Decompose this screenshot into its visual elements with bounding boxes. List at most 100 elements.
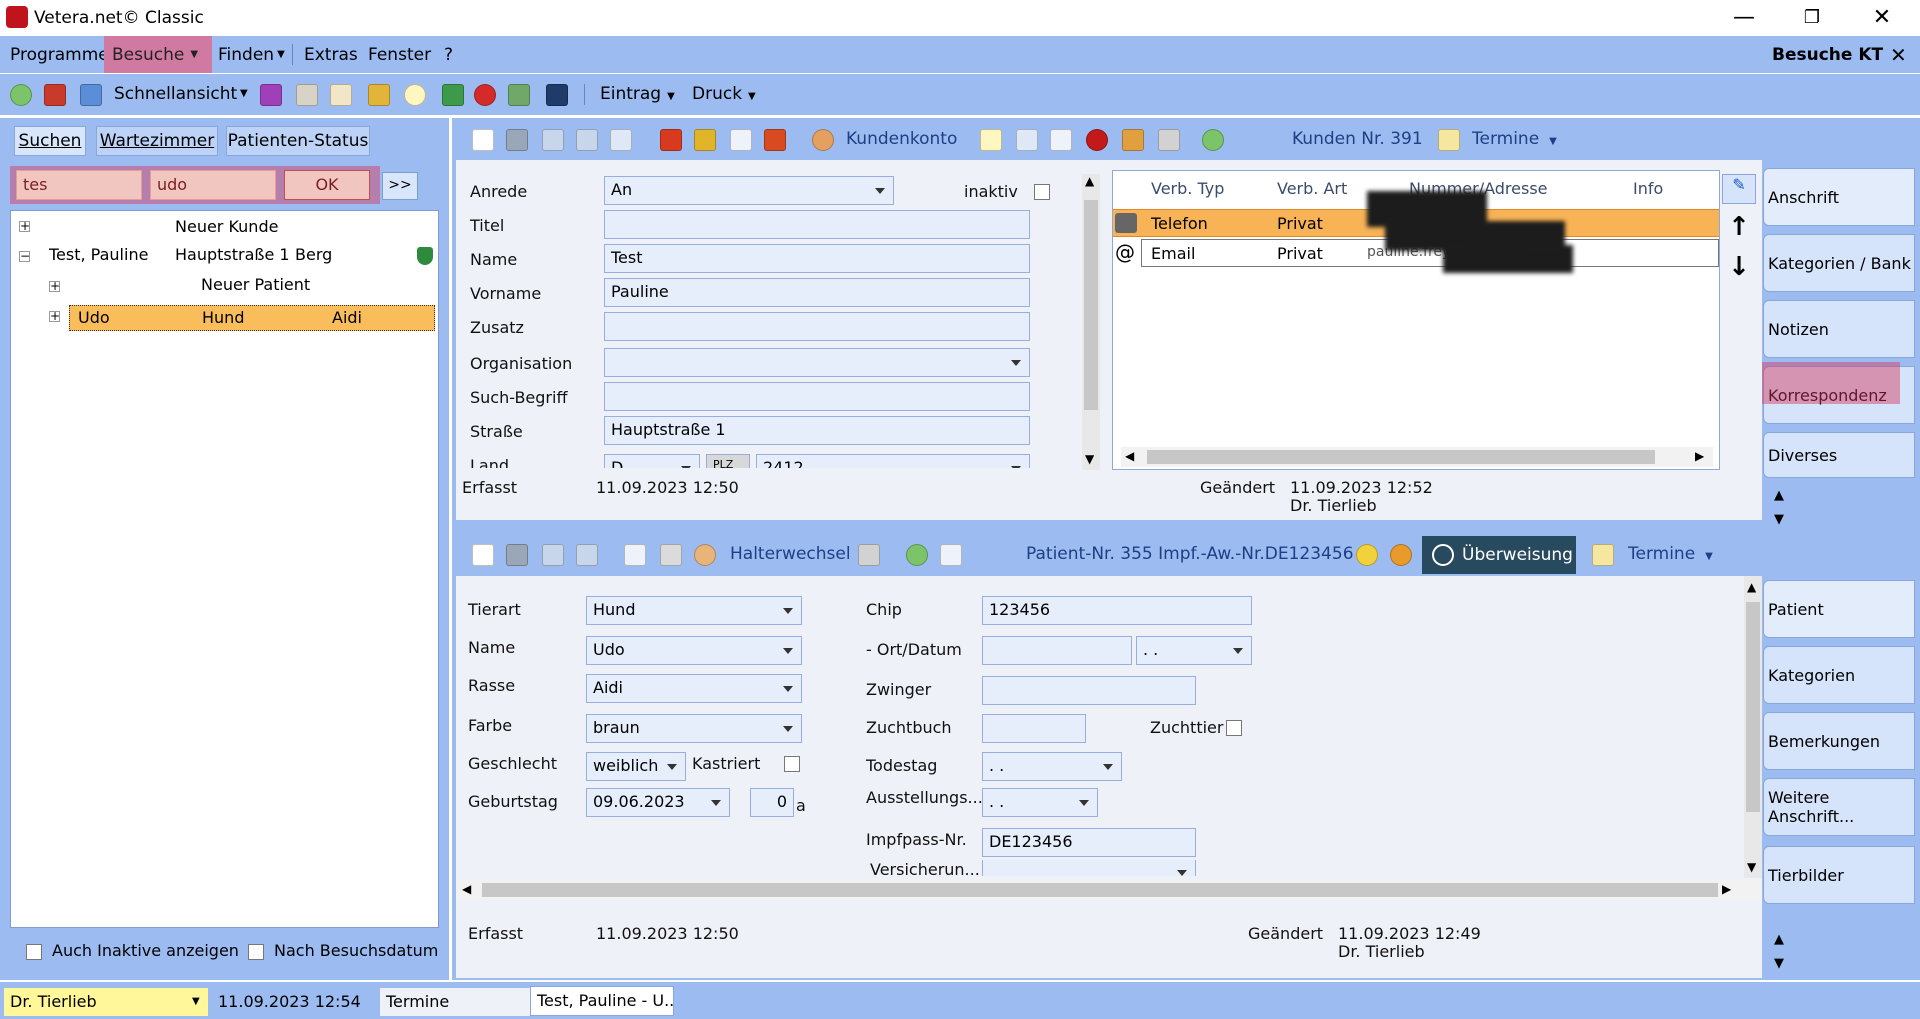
- delete-alt-icon[interactable]: [576, 129, 598, 151]
- close-button[interactable]: ✕: [1852, 0, 1912, 35]
- geburtstag-picker[interactable]: 09.06.2023: [586, 788, 730, 817]
- chip-field[interactable]: 123456: [982, 596, 1252, 625]
- dropdown-arrow-icon[interactable]: ▼: [192, 996, 200, 1007]
- syringe-icon[interactable]: [442, 84, 464, 106]
- nav-kategorien-bank[interactable]: Kategorien / Bank: [1763, 234, 1915, 292]
- nav-bemerkungen[interactable]: Bemerkungen: [1763, 712, 1915, 770]
- grid-header-type[interactable]: Verb. Typ: [1151, 179, 1224, 198]
- note-icon[interactable]: [404, 84, 426, 106]
- bill-icon[interactable]: [660, 129, 682, 151]
- suchbegriff-field[interactable]: [604, 382, 1030, 411]
- calendar-icon[interactable]: [546, 84, 568, 106]
- edit-pencil-icon[interactable]: ✎: [1722, 174, 1756, 204]
- rasse-select[interactable]: Aidi: [586, 674, 802, 703]
- land-select[interactable]: D: [604, 454, 700, 468]
- nav-scroll-down-icon[interactable]: ▼: [1774, 956, 1784, 971]
- search-ok-button[interactable]: OK: [284, 170, 370, 200]
- tree-item-new-customer[interactable]: Neuer Kunde: [175, 217, 278, 236]
- menu-besuche[interactable]: Besuche ▼: [104, 36, 212, 73]
- user-select[interactable]: Dr. Tierlieb: [4, 988, 208, 1016]
- move-up-icon[interactable]: ↑: [1722, 212, 1756, 248]
- ort-field[interactable]: [982, 636, 1132, 665]
- kundenkonto-button[interactable]: Kundenkonto: [846, 129, 957, 149]
- expand-icon[interactable]: +: [49, 280, 60, 292]
- tree-patient-row[interactable]: Udo Hund Aidi: [69, 305, 435, 331]
- alter-field[interactable]: 0: [750, 788, 794, 817]
- note-icon[interactable]: [980, 129, 1002, 151]
- zuchttier-checkbox[interactable]: [1226, 720, 1242, 736]
- scroll-thumb[interactable]: [1746, 602, 1760, 812]
- users-icon[interactable]: [1202, 129, 1224, 151]
- alarm-icon[interactable]: [474, 84, 496, 106]
- expand-icon[interactable]: +: [19, 220, 30, 232]
- zwinger-field[interactable]: [982, 676, 1196, 705]
- patient-hscrollbar[interactable]: ◀ ▶: [456, 880, 1762, 900]
- scroll-thumb[interactable]: [1147, 450, 1655, 464]
- expand-icon[interactable]: +: [49, 310, 60, 322]
- tree-item-new-patient[interactable]: Neuer Patient: [201, 275, 310, 294]
- ort-date-picker[interactable]: . .: [1136, 636, 1252, 665]
- paragraph-icon[interactable]: [260, 84, 282, 106]
- scroll-up-icon[interactable]: ▲: [1085, 174, 1094, 188]
- kastriert-checkbox[interactable]: [784, 756, 800, 772]
- patient-termine-button[interactable]: Termine ▼: [1628, 544, 1713, 564]
- tags-icon[interactable]: [368, 84, 390, 106]
- paw-icon[interactable]: [1390, 544, 1412, 566]
- delete-icon[interactable]: [542, 544, 564, 566]
- xml-icon[interactable]: [1086, 129, 1108, 151]
- save-icon[interactable]: [506, 129, 528, 151]
- collapse-icon[interactable]: −: [19, 250, 30, 262]
- menu-finden[interactable]: Finden ▼: [210, 36, 293, 73]
- menu-help[interactable]: ?: [436, 36, 461, 73]
- copy-icon[interactable]: [610, 129, 632, 151]
- form-scrollbar[interactable]: ▲ ▼: [1082, 174, 1100, 470]
- scroll-thumb[interactable]: [1084, 200, 1098, 410]
- tab-suchen[interactable]: Suchen: [14, 126, 86, 156]
- scroll-left-icon[interactable]: ◀: [462, 882, 471, 896]
- druck-button[interactable]: Druck ▼: [692, 84, 756, 104]
- status-open-tab[interactable]: Test, Pauline - U...: [530, 986, 674, 1016]
- zuchtbuch-field[interactable]: [982, 714, 1086, 743]
- scroll-thumb[interactable]: [482, 883, 1718, 897]
- clock-icon[interactable]: [1592, 544, 1614, 566]
- todestag-picker[interactable]: . .: [982, 752, 1122, 781]
- owner-change-icon[interactable]: [694, 544, 716, 566]
- scroll-right-icon[interactable]: ▶: [1695, 449, 1704, 463]
- status-termine[interactable]: Termine: [380, 988, 530, 1016]
- nav-kategorien[interactable]: Kategorien: [1763, 646, 1915, 704]
- vorname-field[interactable]: Pauline: [604, 278, 1030, 307]
- nav-anschrift[interactable]: Anschrift: [1763, 168, 1915, 226]
- clipboard-icon[interactable]: [660, 544, 682, 566]
- nav-weitere-anschrift[interactable]: Weitere Anschrift...: [1763, 778, 1915, 836]
- nav-patient[interactable]: Patient: [1763, 580, 1915, 638]
- patient-vscrollbar[interactable]: ▲ ▼: [1744, 576, 1762, 878]
- delete-icon[interactable]: [542, 129, 564, 151]
- scroll-down-icon[interactable]: ▼: [1747, 860, 1756, 874]
- certificate-icon[interactable]: [858, 544, 880, 566]
- scroll-left-icon[interactable]: ◀: [1125, 449, 1134, 463]
- account-user-icon[interactable]: [812, 129, 834, 151]
- anrede-select[interactable]: An: [604, 176, 894, 205]
- search-input-patient[interactable]: udo: [150, 170, 276, 200]
- certificate-icon[interactable]: [1158, 129, 1180, 151]
- cash-register-icon[interactable]: [80, 84, 102, 106]
- expand-search-button[interactable]: >>: [382, 172, 418, 200]
- vaccine-heart-icon[interactable]: [1356, 544, 1378, 566]
- map-icon[interactable]: [330, 84, 352, 106]
- visit-date-checkbox[interactable]: [248, 944, 264, 960]
- minimize-button[interactable]: —: [1714, 0, 1774, 35]
- patient-name-select[interactable]: Udo: [586, 636, 802, 665]
- zusatz-field[interactable]: [604, 312, 1030, 341]
- handshake-icon[interactable]: [1122, 129, 1144, 151]
- maximize-button[interactable]: ❐: [1782, 0, 1842, 35]
- lab-icon[interactable]: [508, 84, 530, 106]
- tierart-select[interactable]: Hund: [586, 596, 802, 625]
- termine-button[interactable]: Termine ▼: [1472, 129, 1557, 149]
- menu-extras[interactable]: Extras: [296, 36, 366, 73]
- nav-diverses[interactable]: Diverses: [1763, 432, 1915, 478]
- inactive-checkbox[interactable]: [26, 944, 42, 960]
- notebook-icon[interactable]: [624, 544, 646, 566]
- grid-header-info[interactable]: Info: [1633, 179, 1663, 198]
- move-down-icon[interactable]: ↓: [1722, 252, 1756, 288]
- ausstellung-picker[interactable]: . .: [982, 788, 1098, 817]
